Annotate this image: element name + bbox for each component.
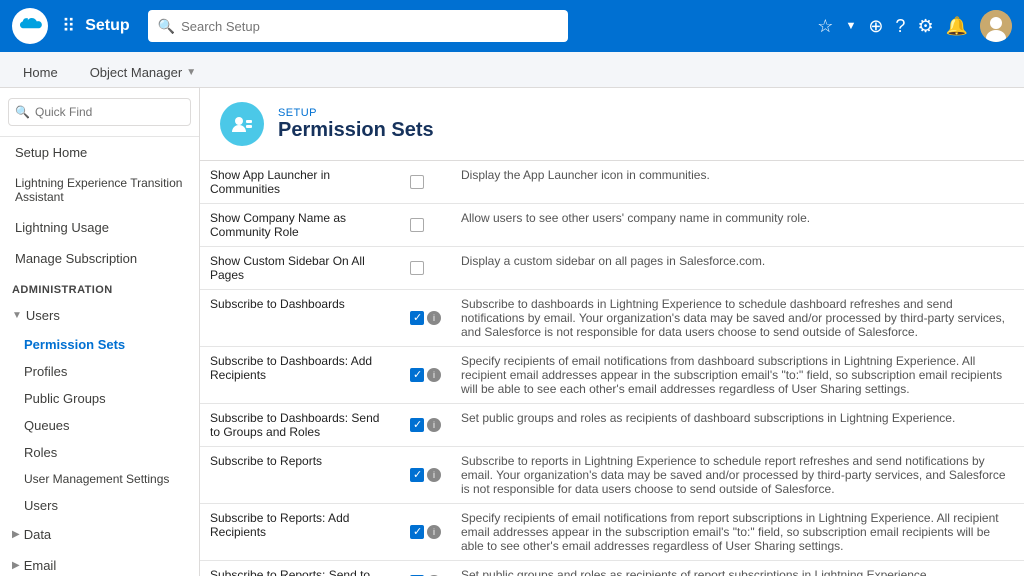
- sidebar-collapsible-data[interactable]: ▶ Data: [0, 519, 199, 550]
- permission-description: Subscribe to dashboards in Lightning Exp…: [451, 290, 1024, 347]
- info-icon[interactable]: i: [427, 525, 441, 539]
- tab-home[interactable]: Home: [8, 58, 73, 87]
- search-input[interactable]: [181, 19, 558, 34]
- permission-checkbox-cell: i: [400, 504, 451, 561]
- permission-description: Specify recipients of email notification…: [451, 504, 1024, 561]
- table-row: Subscribe to Reports i Subscribe to report…: [200, 447, 1024, 504]
- table-row: Show App Launcher in Communities Display …: [200, 161, 1024, 204]
- sidebar-search-icon: 🔍: [15, 105, 30, 119]
- main-layout: 🔍 Setup Home Lightning Experience Transi…: [0, 88, 1024, 576]
- permission-description: Set public groups and roles as recipient…: [451, 561, 1024, 576]
- sidebar-item-user-management-settings[interactable]: User Management Settings: [0, 466, 199, 492]
- sidebar-item-permission-sets[interactable]: Permission Sets: [0, 331, 199, 358]
- permission-name: Subscribe to Reports: Send to Groups and…: [200, 561, 400, 576]
- sidebar-item-profiles[interactable]: Profiles: [0, 358, 199, 385]
- sidebar-collapsible-users[interactable]: ▼ Users: [0, 300, 199, 331]
- sidebar-search-area: 🔍: [0, 88, 199, 137]
- permission-checkbox-cell: i: [400, 404, 451, 447]
- sidebar-item-public-groups[interactable]: Public Groups: [0, 385, 199, 412]
- setup-label: SETUP: [278, 107, 434, 119]
- sidebar-item-lightning-usage[interactable]: Lightning Usage: [0, 212, 199, 243]
- permission-description: Display the App Launcher icon in communi…: [451, 161, 1024, 204]
- permission-checkbox-cell: i: [400, 561, 451, 576]
- chevron-down-icon: ▼: [186, 67, 196, 78]
- permissions-table: Show App Launcher in Communities Display …: [200, 161, 1024, 576]
- permission-description: Specify recipients of email notification…: [451, 347, 1024, 404]
- permission-checkbox[interactable]: [410, 468, 424, 482]
- permission-name: Subscribe to Reports: Add Recipients: [200, 504, 400, 561]
- permission-checkbox[interactable]: [410, 261, 424, 275]
- permission-checkbox[interactable]: [410, 175, 424, 189]
- permission-description: Subscribe to reports in Lightning Experi…: [451, 447, 1024, 504]
- table-row: Subscribe to Reports: Add Recipients i Spe…: [200, 504, 1024, 561]
- table-row: Subscribe to Reports: Send to Groups and…: [200, 561, 1024, 576]
- table-row: Subscribe to Dashboards: Send to Groups …: [200, 404, 1024, 447]
- permission-name: Subscribe to Dashboards: Add Recipients: [200, 347, 400, 404]
- star-dropdown-icon[interactable]: ▼: [845, 20, 856, 32]
- content-area: SETUP Permission Sets Show App Launcher …: [200, 88, 1024, 576]
- search-icon: 🔍: [158, 18, 175, 35]
- sidebar-item-lightning-transition[interactable]: Lightning Experience Transition Assistan…: [0, 168, 199, 212]
- permission-checkbox-cell: [400, 161, 451, 204]
- salesforce-logo: [12, 8, 48, 44]
- permission-checkbox[interactable]: [410, 418, 424, 432]
- content-body: Show App Launcher in Communities Display …: [200, 161, 1024, 576]
- sidebar-item-setup-home[interactable]: Setup Home: [0, 137, 199, 168]
- star-icon[interactable]: ☆: [817, 16, 833, 37]
- page-title: Permission Sets: [278, 119, 434, 142]
- permission-description: Allow users to see other users' company …: [451, 204, 1024, 247]
- permission-description: Display a custom sidebar on all pages in…: [451, 247, 1024, 290]
- permission-name: Show Custom Sidebar On All Pages: [200, 247, 400, 290]
- permission-name: Subscribe to Dashboards: Send to Groups …: [200, 404, 400, 447]
- chevron-right-icon: ▶: [12, 560, 20, 571]
- permission-description: Set public groups and roles as recipient…: [451, 404, 1024, 447]
- permission-checkbox-cell: i: [400, 447, 451, 504]
- search-bar[interactable]: 🔍: [148, 10, 568, 42]
- sidebar: 🔍 Setup Home Lightning Experience Transi…: [0, 88, 200, 576]
- permission-checkbox[interactable]: [410, 525, 424, 539]
- chevron-right-icon: ▶: [12, 529, 20, 540]
- permission-name: Show Company Name as Community Role: [200, 204, 400, 247]
- sidebar-item-queues[interactable]: Queues: [0, 412, 199, 439]
- info-icon[interactable]: i: [427, 468, 441, 482]
- permission-checkbox-cell: [400, 204, 451, 247]
- permission-checkbox-cell: i: [400, 290, 451, 347]
- sidebar-item-manage-subscription[interactable]: Manage Subscription: [0, 243, 199, 274]
- permission-checkbox[interactable]: [410, 311, 424, 325]
- content-header: SETUP Permission Sets: [200, 88, 1024, 161]
- top-navigation: ⠿ Setup 🔍 ☆ ▼ ⊕ ? ⚙ 🔔: [0, 0, 1024, 52]
- help-icon[interactable]: ?: [895, 16, 905, 37]
- table-row: Show Company Name as Community Role Allow…: [200, 204, 1024, 247]
- bell-icon[interactable]: 🔔: [946, 16, 968, 37]
- tab-bar: Home Object Manager ▼: [0, 52, 1024, 88]
- table-row: Subscribe to Dashboards: Add Recipients i…: [200, 347, 1024, 404]
- permission-checkbox[interactable]: [410, 218, 424, 232]
- right-icons: ☆ ▼ ⊕ ? ⚙ 🔔: [817, 10, 1012, 42]
- chevron-down-icon: ▼: [12, 310, 22, 321]
- permission-checkbox-cell: i: [400, 347, 451, 404]
- app-title: Setup: [85, 17, 129, 35]
- table-row: Subscribe to Dashboards i Subscribe to das…: [200, 290, 1024, 347]
- sidebar-item-users[interactable]: Users: [0, 492, 199, 519]
- sidebar-item-roles[interactable]: Roles: [0, 439, 199, 466]
- permission-name: Subscribe to Reports: [200, 447, 400, 504]
- info-icon[interactable]: i: [427, 311, 441, 325]
- info-icon[interactable]: i: [427, 418, 441, 432]
- permission-name: Show App Launcher in Communities: [200, 161, 400, 204]
- avatar[interactable]: [980, 10, 1012, 42]
- permission-sets-icon: [220, 102, 264, 146]
- table-row: Show Custom Sidebar On All Pages Display …: [200, 247, 1024, 290]
- permission-name: Subscribe to Dashboards: [200, 290, 400, 347]
- app-launcher-icon[interactable]: ⠿: [62, 16, 75, 37]
- sidebar-section-administration: ADMINISTRATION: [0, 274, 199, 300]
- add-icon[interactable]: ⊕: [868, 16, 883, 37]
- permission-checkbox[interactable]: [410, 368, 424, 382]
- settings-icon[interactable]: ⚙: [917, 16, 933, 37]
- permission-checkbox-cell: [400, 247, 451, 290]
- sidebar-collapsible-email[interactable]: ▶ Email: [0, 550, 199, 576]
- info-icon[interactable]: i: [427, 368, 441, 382]
- sidebar-search-input[interactable]: [8, 98, 191, 126]
- tab-object-manager[interactable]: Object Manager ▼: [75, 58, 211, 87]
